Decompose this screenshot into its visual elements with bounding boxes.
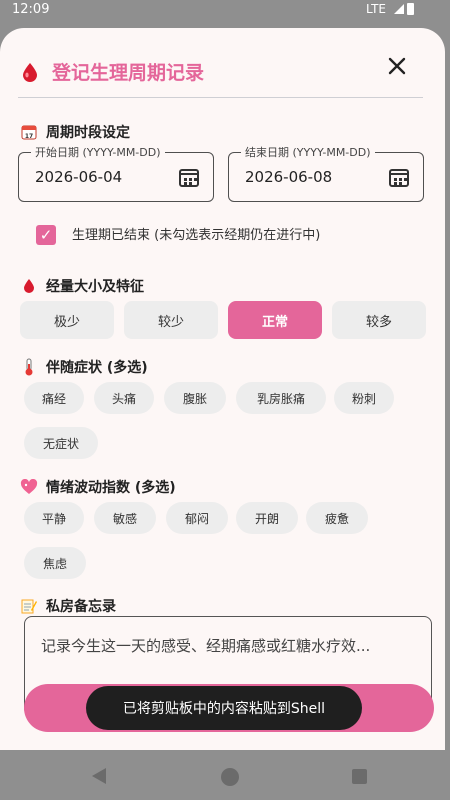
symptom-chip[interactable]: 头痛 xyxy=(94,382,154,414)
mood-chip[interactable]: 疲惫 xyxy=(306,502,368,534)
symptom-chip[interactable]: 乳房胀痛 xyxy=(236,382,326,414)
memo-placeholder[interactable]: 记录今生这一天的感受、经期痛感或红糖水疗效... xyxy=(41,633,415,659)
mood-chip[interactable]: 郁闷 xyxy=(166,502,228,534)
mood-chip[interactable]: 敏感 xyxy=(94,502,156,534)
memo-icon xyxy=(20,597,38,615)
period-record-dialog: 登记生理周期记录 17 周期时段设定 开始日期 (YYYY-MM-DD) 202… xyxy=(0,28,445,750)
thermometer-icon xyxy=(20,358,38,376)
symptom-chip[interactable]: 粉刺 xyxy=(334,382,394,414)
dialog-title: 登记生理周期记录 xyxy=(52,62,205,84)
memo-section-title: 私房备忘录 xyxy=(20,596,116,616)
network-indicator: LTE xyxy=(366,2,386,16)
symptoms-section-title: 伴随症状 (多选) xyxy=(20,357,148,377)
dialog-header: 登记生理周期记录 xyxy=(0,28,445,98)
navigation-bar xyxy=(0,750,450,800)
header-divider xyxy=(18,97,423,98)
battery-icon xyxy=(407,3,414,15)
blood-drop-icon xyxy=(20,277,38,295)
mood-section-label: 情绪波动指数 (多选) xyxy=(46,480,176,496)
calendar-picker-icon[interactable] xyxy=(389,169,409,187)
flow-section-title: 经量大小及特征 xyxy=(20,276,144,296)
period-ended-checkbox[interactable]: ✓ xyxy=(36,225,56,245)
period-section-label: 周期时段设定 xyxy=(46,125,130,141)
calendar-icon: 17 xyxy=(20,123,38,141)
home-icon[interactable] xyxy=(221,768,239,786)
status-bar: 12:09 LTE xyxy=(0,0,450,20)
close-icon[interactable] xyxy=(388,57,406,75)
start-date-field[interactable]: 开始日期 (YYYY-MM-DD) 2026-06-04 xyxy=(18,144,214,202)
close-button[interactable] xyxy=(383,52,411,80)
sparkling-heart-icon xyxy=(20,478,38,496)
start-date-label: 开始日期 (YYYY-MM-DD) xyxy=(31,144,165,160)
flow-section-label: 经量大小及特征 xyxy=(46,279,144,295)
end-date-value[interactable]: 2026-06-08 xyxy=(245,168,332,186)
status-time: 12:09 xyxy=(12,2,50,17)
blood-drop-icon xyxy=(23,63,37,82)
symptom-chip[interactable]: 腹胀 xyxy=(164,382,226,414)
signal-icon xyxy=(394,4,404,14)
period-section-title: 17 周期时段设定 xyxy=(20,122,130,142)
recent-apps-icon[interactable] xyxy=(352,769,367,784)
symptom-chip[interactable]: 痛经 xyxy=(24,382,84,414)
start-date-value[interactable]: 2026-06-04 xyxy=(35,168,122,186)
calendar-picker-icon[interactable] xyxy=(179,169,199,187)
mood-section-title: 情绪波动指数 (多选) xyxy=(20,477,176,497)
period-ended-label[interactable]: 生理期已结束 (未勾选表示经期仍在进行中) xyxy=(72,224,320,243)
mood-chip[interactable]: 焦虑 xyxy=(24,547,86,579)
flow-option-minimal[interactable]: 极少 xyxy=(20,301,114,339)
mood-chip[interactable]: 开朗 xyxy=(236,502,298,534)
end-date-field[interactable]: 结束日期 (YYYY-MM-DD) 2026-06-08 xyxy=(228,144,424,202)
toast-message: 已将剪贴板中的内容粘贴到Shell xyxy=(86,686,362,730)
flow-option-heavy[interactable]: 较多 xyxy=(332,301,426,339)
flow-option-light[interactable]: 较少 xyxy=(124,301,218,339)
memo-section-label: 私房备忘录 xyxy=(46,599,116,615)
symptom-chip[interactable]: 无症状 xyxy=(24,427,98,459)
svg-text:17: 17 xyxy=(25,133,33,140)
symptoms-section-label: 伴随症状 (多选) xyxy=(46,360,148,376)
end-date-label: 结束日期 (YYYY-MM-DD) xyxy=(241,144,375,160)
mood-chip[interactable]: 平静 xyxy=(24,502,84,534)
back-icon[interactable] xyxy=(92,768,106,784)
flow-option-normal[interactable]: 正常 xyxy=(228,301,322,339)
